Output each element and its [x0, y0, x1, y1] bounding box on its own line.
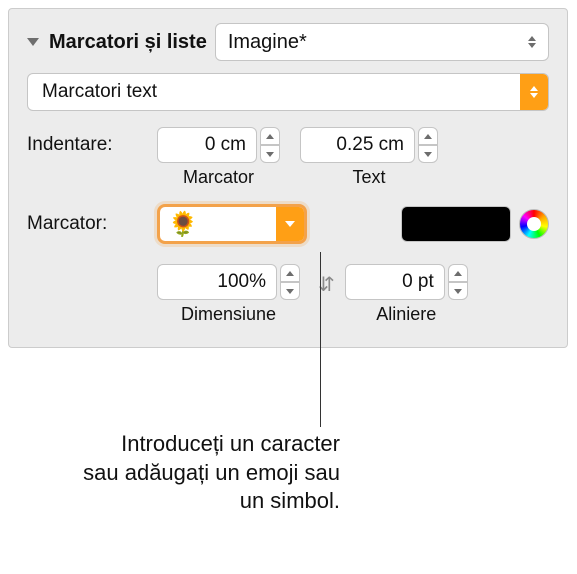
- size-stepper[interactable]: 100%: [157, 264, 300, 300]
- align-column: 0 pt Aliniere: [345, 264, 468, 325]
- step-down-button[interactable]: [280, 282, 300, 300]
- align-field[interactable]: 0 pt: [345, 264, 445, 300]
- stepper-buttons: [418, 127, 438, 163]
- chevron-down-icon: [276, 207, 304, 241]
- bullet-indent-column: 0 cm Marcator: [157, 127, 280, 188]
- callout-caption: Introduceți un caracter sau adăugați un …: [80, 430, 340, 516]
- bullet-indent-sublabel: Marcator: [183, 167, 254, 188]
- step-up-button[interactable]: [260, 127, 280, 145]
- flower-emoji-icon: 🌻: [160, 210, 206, 239]
- bullet-indent-field[interactable]: 0 cm: [157, 127, 257, 163]
- size-align-row: 100% Dimensiune ⇵ 0 pt Aliniere: [27, 264, 549, 325]
- stepper-buttons: [448, 264, 468, 300]
- stepper-buttons: [280, 264, 300, 300]
- align-stepper[interactable]: 0 pt: [345, 264, 468, 300]
- callout-line: [320, 252, 321, 427]
- step-down-button[interactable]: [418, 145, 438, 163]
- list-style-value: Imagine*: [228, 31, 307, 54]
- marker-label: Marcator:: [27, 213, 157, 235]
- marker-character-select[interactable]: 🌻: [157, 204, 307, 244]
- marker-row: Marcator: 🌻: [27, 204, 549, 244]
- size-column: 100% Dimensiune: [157, 264, 300, 325]
- text-indent-stepper[interactable]: 0.25 cm: [300, 127, 438, 163]
- bullet-type-select[interactable]: Marcatori text: [27, 73, 549, 111]
- bullet-indent-stepper[interactable]: 0 cm: [157, 127, 280, 163]
- step-down-button[interactable]: [260, 145, 280, 163]
- disclosure-triangle-icon[interactable]: [27, 38, 39, 46]
- section-header: Marcatori și liste Imagine*: [27, 23, 549, 61]
- text-indent-field[interactable]: 0.25 cm: [300, 127, 415, 163]
- bullet-type-value: Marcatori text: [42, 81, 157, 103]
- step-up-button[interactable]: [418, 127, 438, 145]
- chevrons-icon: [528, 36, 536, 48]
- align-sublabel: Aliniere: [376, 304, 436, 325]
- step-up-button[interactable]: [448, 264, 468, 282]
- text-indent-sublabel: Text: [352, 167, 385, 188]
- color-wheel-icon[interactable]: [519, 209, 549, 239]
- section-title: Marcatori și liste: [49, 31, 207, 54]
- step-up-button[interactable]: [280, 264, 300, 282]
- marker-color-well[interactable]: [401, 206, 511, 242]
- size-field[interactable]: 100%: [157, 264, 277, 300]
- size-sublabel: Dimensiune: [181, 304, 276, 325]
- text-indent-column: 0.25 cm Text: [300, 127, 438, 188]
- bullets-lists-panel: Marcatori și liste Imagine* Marcatori te…: [8, 8, 568, 348]
- stepper-buttons: [260, 127, 280, 163]
- indent-row: Indentare: 0 cm Marcator 0.25 cm Text: [27, 127, 549, 188]
- step-down-button[interactable]: [448, 282, 468, 300]
- indent-label: Indentare:: [27, 134, 157, 156]
- chevrons-icon: [520, 74, 548, 110]
- list-style-select[interactable]: Imagine*: [215, 23, 549, 61]
